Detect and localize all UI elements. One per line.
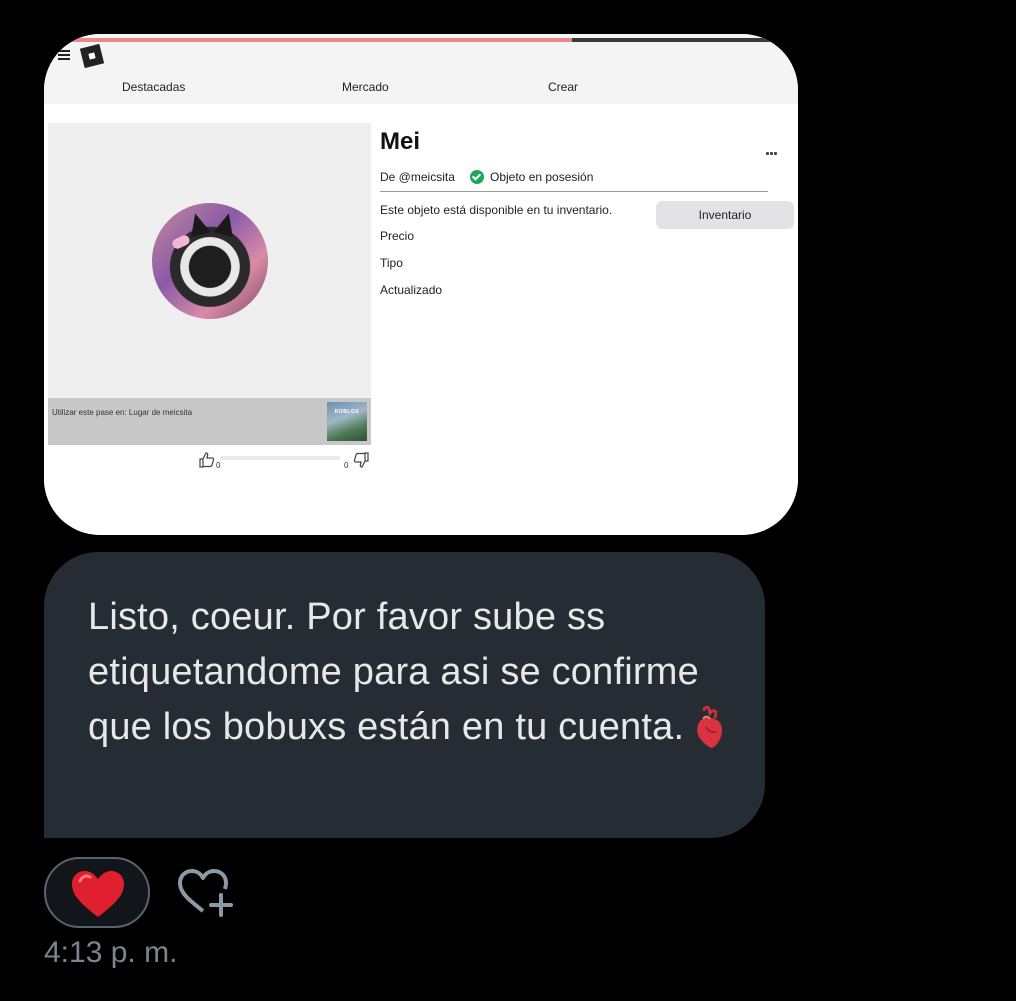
item-details: Mei De @meicsita Objeto en posesión Este… [380, 104, 798, 404]
type-label: Tipo [380, 256, 403, 270]
message-timestamp: 4:13 p. m. [44, 936, 178, 969]
anatomical-heart-icon [697, 705, 723, 748]
use-pass-text: Utilizar este pase en: Lugar de meicsita [52, 408, 193, 417]
thumbs-up-icon [199, 452, 215, 468]
owned-label: Objeto en posesión [490, 170, 594, 184]
place-thumbnail-label: ROBLOX [334, 409, 360, 415]
vote-ratio-track [220, 456, 340, 460]
thumbs-down-icon [353, 452, 369, 468]
hamburger-menu-icon [58, 50, 70, 60]
dm-conversation: Destacadas Mercado Crear Utilizar este p… [0, 0, 1016, 1001]
loading-progress-track [44, 38, 798, 42]
check-circle-icon [470, 170, 484, 184]
nav-crear: Crear [548, 80, 579, 94]
item-thumbnail-panel [48, 123, 371, 398]
nav-mercado: Mercado [342, 80, 389, 94]
item-title: Mei [380, 128, 421, 155]
add-reaction-icon[interactable] [177, 867, 235, 919]
more-options-icon [766, 142, 782, 155]
place-thumbnail: ROBLOX [327, 402, 367, 441]
nav-destacadas: Destacadas [122, 80, 186, 94]
message-bubble[interactable]: Listo, coeur. Por favor sube ss etiqueta… [44, 552, 765, 838]
details-divider [380, 191, 768, 192]
downvote-count: 0 [344, 461, 349, 470]
attached-screenshot[interactable]: Destacadas Mercado Crear Utilizar este p… [44, 34, 798, 535]
price-label: Precio [380, 229, 415, 243]
updated-label: Actualizado [380, 283, 443, 297]
vote-row: 0 0 [194, 452, 374, 475]
item-page: Utilizar este pase en: Lugar de meicsita… [44, 104, 798, 535]
item-image-cat [152, 203, 268, 319]
item-creator: De @meicsita [380, 170, 455, 184]
roblox-header: Destacadas Mercado Crear [44, 34, 798, 104]
message-text: Listo, coeur. Por favor sube ss etiqueta… [88, 590, 738, 755]
owned-status: Objeto en posesión [470, 170, 593, 184]
loading-progress-fill [44, 38, 572, 42]
upvote-count: 0 [216, 461, 221, 470]
message-body: Listo, coeur. Por favor sube ss etiqueta… [88, 596, 699, 748]
availability-text: Este objeto está disponible en tu invent… [380, 203, 613, 217]
use-pass-bar: Utilizar este pase en: Lugar de meicsita… [48, 398, 371, 445]
red-heart-icon [72, 871, 124, 917]
inventory-button: Inventario [656, 201, 794, 229]
roblox-logo-icon [79, 43, 105, 69]
heart-reaction[interactable] [44, 857, 150, 928]
